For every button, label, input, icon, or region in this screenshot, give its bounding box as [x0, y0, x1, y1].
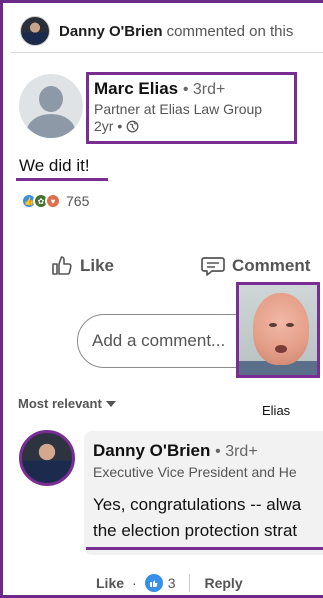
author-avatar[interactable] — [19, 74, 83, 138]
like-reaction-icon — [144, 574, 163, 592]
photo-face — [253, 293, 309, 365]
highlight-underline — [16, 178, 108, 181]
avatar-placeholder-head — [39, 86, 63, 112]
comment-actions: Like · 3 Reply — [96, 574, 243, 592]
comment-bubble: Danny O'Brien • 3rd+ Executive Vice Pres… — [84, 431, 323, 555]
add-comment-placeholder: Add a comment... — [92, 331, 226, 350]
notification-bar[interactable]: Danny O'Brien commented on this — [20, 14, 323, 48]
sort-label: Most relevant — [18, 396, 102, 411]
commenter-degree: • 3rd+ — [215, 443, 258, 460]
comment-button[interactable]: Comment — [200, 254, 310, 278]
post-text: We did it! — [19, 156, 90, 175]
comment-icon — [201, 257, 225, 276]
caret-down-icon — [105, 400, 116, 407]
like-button[interactable]: Like — [50, 254, 200, 278]
commenter-name[interactable]: Danny O'Brien — [93, 441, 210, 460]
photo-eye — [269, 323, 277, 327]
divider — [10, 52, 323, 53]
sort-dropdown[interactable]: Most relevant — [18, 396, 116, 411]
thumbs-up-icon — [149, 580, 158, 587]
separator-dot: · — [132, 575, 137, 591]
reactions-summary[interactable]: 👍 ✿ ♥ 765 — [21, 193, 89, 209]
commenter-headline: Executive Vice President and He — [93, 464, 297, 480]
globe-icon — [126, 120, 139, 132]
author-name[interactable]: Marc Elias — [94, 79, 178, 98]
comment-text: Yes, congratulations -- alwa the electio… — [93, 492, 323, 544]
avatar-placeholder-body — [27, 114, 75, 138]
comment-text-line: Yes, congratulations -- alwa — [93, 495, 302, 514]
avatar[interactable] — [20, 16, 50, 46]
post-time: 2yr • — [94, 118, 294, 134]
inset-photo — [236, 282, 320, 378]
author-info[interactable]: Marc Elias • 3rd+ Partner at Elias Law G… — [86, 72, 297, 144]
highlight-underline — [86, 547, 323, 550]
photo-mouth — [275, 345, 287, 353]
post-time-text: 2yr • — [94, 118, 123, 134]
notification-actor[interactable]: Danny O'Brien — [59, 23, 163, 40]
author-headline: Partner at Elias Law Group — [94, 101, 263, 117]
commenter-avatar[interactable] — [19, 430, 75, 486]
photo-caption: Elias — [262, 403, 291, 418]
reply-button[interactable]: Reply — [204, 575, 242, 591]
comment-text-line: the election protection strat — [93, 521, 298, 540]
reactions-count: 765 — [66, 193, 90, 209]
notification-text: commented on this — [166, 22, 294, 40]
photo-eye — [286, 323, 294, 327]
post-actions: Like Comment — [50, 248, 323, 284]
thumbs-up-icon — [52, 256, 72, 275]
comment-like-button[interactable]: Like — [96, 575, 124, 591]
divider — [189, 574, 191, 592]
commenter-line: Danny O'Brien • 3rd+ — [93, 441, 323, 461]
connection-degree: • 3rd+ — [182, 81, 226, 98]
like-label: Like — [80, 256, 115, 275]
love-reaction-icon: ♥ — [45, 193, 61, 209]
comment-label: Comment — [232, 256, 311, 275]
author-line: Marc Elias • 3rd+ — [94, 79, 294, 99]
comment-reaction-count: 3 — [167, 575, 176, 591]
